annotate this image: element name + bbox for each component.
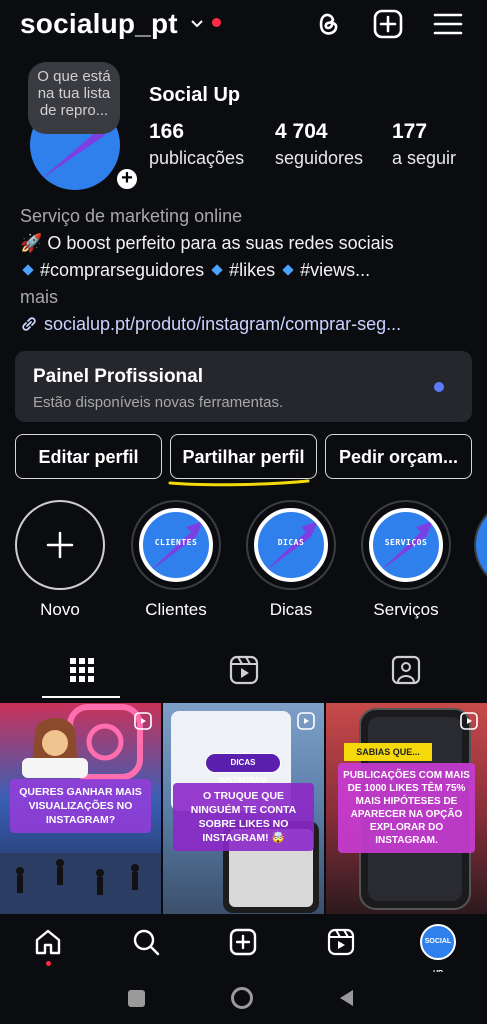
- more-link[interactable]: mais: [20, 284, 470, 311]
- stat-posts[interactable]: 166 publicações: [149, 120, 244, 169]
- plus-icon: [46, 531, 74, 559]
- panel-title: Painel Profissional: [33, 366, 203, 387]
- reels-icon[interactable]: [224, 652, 264, 688]
- home-system-icon[interactable]: [231, 987, 253, 1009]
- reel-badge-icon: [460, 712, 478, 730]
- highlight-cover-text: DICAS: [277, 538, 305, 547]
- bio-line: 🚀 O boost perfeito para as suas redes so…: [20, 233, 394, 253]
- highlight-label: Novo: [40, 600, 80, 619]
- highlight-label: Serviços: [373, 600, 439, 619]
- highlight-cover-text: CLIENTES: [154, 538, 198, 547]
- website-link[interactable]: socialup.pt/produto/instagram/comprar-se…: [20, 311, 470, 338]
- post-tile[interactable]: Dicas Instagram O truque que ninguém te …: [163, 703, 324, 915]
- tagged-icon[interactable]: [386, 652, 426, 688]
- back-icon[interactable]: [337, 988, 355, 1008]
- search-icon[interactable]: [131, 927, 161, 957]
- display-name: Social Up: [149, 84, 241, 106]
- profile-nav-avatar[interactable]: SOCIAL UP: [420, 924, 456, 977]
- post-caption: Publicações com mais de 1000 likes têm 7…: [338, 763, 475, 853]
- menu-icon[interactable]: [432, 8, 464, 40]
- diamond-icon: [22, 264, 34, 276]
- highlight-cover: CLIENTES: [139, 508, 213, 582]
- highlight-label: Dicas: [269, 600, 313, 619]
- post-label-badge: Sabias que...: [344, 743, 432, 761]
- hashtag[interactable]: #likes: [229, 260, 275, 280]
- post-caption: Queres ganhar mais visualizações no Inst…: [10, 779, 151, 833]
- reel-badge-icon: [134, 712, 152, 730]
- highlight-clientes[interactable]: CLIENTES Clientes: [128, 500, 224, 620]
- highlight-cover: DICAS: [254, 508, 328, 582]
- highlight-label: Clientes: [145, 600, 207, 619]
- category-label: Serviço de marketing online: [20, 206, 243, 226]
- grid-icon[interactable]: [62, 652, 102, 688]
- diamond-icon: [282, 264, 294, 276]
- post-caption: O truque que ninguém te conta sobre like…: [173, 783, 314, 851]
- edit-profile-button[interactable]: Editar perfil: [15, 434, 162, 479]
- reels-nav-icon[interactable]: [326, 927, 356, 957]
- notification-dot: [212, 18, 221, 27]
- new-highlight-ring[interactable]: [15, 500, 105, 590]
- hashtags-line: #comprarseguidores #likes #views...: [20, 257, 470, 284]
- post-tile[interactable]: Queres ganhar mais visualizações no Inst…: [0, 703, 161, 915]
- new-indicator-dot: [434, 382, 444, 392]
- highlight-underline-mark: [168, 479, 310, 487]
- profile-avatar-area[interactable]: O que está na tua lista de repro... +: [22, 62, 140, 192]
- stat-followers[interactable]: 4 704 seguidores: [275, 120, 363, 169]
- request-quote-button[interactable]: Pedir orçam...: [325, 434, 472, 479]
- share-profile-button[interactable]: Partilhar perfil: [170, 434, 317, 479]
- post-tile[interactable]: Sabias que... Publicações com mais de 10…: [326, 703, 487, 915]
- home-icon[interactable]: [33, 927, 63, 957]
- active-tab-indicator: [42, 696, 120, 698]
- diamond-icon: [211, 264, 223, 276]
- system-navigation-bar: [0, 972, 487, 1024]
- username[interactable]: socialup_pt: [20, 8, 178, 40]
- reel-badge-icon: [297, 712, 315, 730]
- add-story-plus-icon[interactable]: +: [114, 166, 140, 192]
- highlight-servicos[interactable]: SERVIÇOS Serviços: [358, 500, 454, 620]
- hashtag[interactable]: #comprarseguidores: [40, 260, 204, 280]
- create-post-icon[interactable]: [228, 927, 258, 957]
- highlight-cover: SERVIÇOS: [369, 508, 443, 582]
- highlight-new[interactable]: Novo: [12, 500, 108, 620]
- highlight-cover-text: SERVIÇOS: [384, 538, 428, 547]
- chevron-down-icon[interactable]: [190, 18, 204, 30]
- stat-following[interactable]: 177 a seguir: [392, 120, 456, 169]
- link-icon: [22, 317, 36, 331]
- highlight-dicas[interactable]: DICAS Dicas: [243, 500, 339, 620]
- create-icon[interactable]: [372, 8, 404, 40]
- professional-dashboard-card[interactable]: Painel Profissional Estão disponíveis no…: [15, 351, 472, 422]
- note-bubble[interactable]: O que está na tua lista de repro...: [28, 62, 120, 134]
- panel-subtitle: Estão disponíveis novas ferramentas.: [33, 394, 284, 411]
- instagram-profile-screen: socialup_pt O que está na tua lista de r…: [0, 0, 487, 1024]
- bio: Serviço de marketing online 🚀 O boost pe…: [20, 203, 470, 338]
- highlight-partial[interactable]: [474, 500, 487, 590]
- hashtag[interactable]: #views...: [300, 260, 370, 280]
- recent-apps-icon[interactable]: [128, 990, 145, 1007]
- post-label-badge: Dicas Instagram: [205, 753, 281, 785]
- home-notification-dot: [46, 961, 51, 966]
- bottom-navigation: SOCIAL UP: [0, 914, 487, 977]
- threads-icon[interactable]: [312, 8, 344, 40]
- top-bar: socialup_pt: [0, 0, 487, 52]
